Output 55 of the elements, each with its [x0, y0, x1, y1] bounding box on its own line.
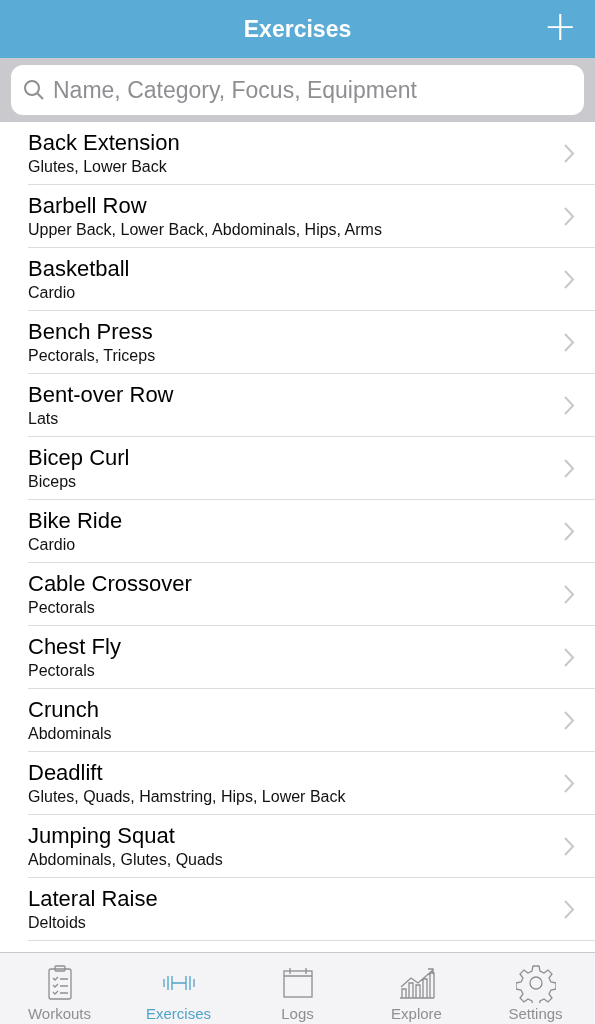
exercise-focus: Biceps [28, 473, 78, 491]
chevron-icon [564, 899, 575, 919]
chevron-icon [564, 143, 575, 163]
chevron-icon [564, 458, 575, 478]
exercise-focus: Pectorals [28, 662, 96, 680]
exercise-row[interactable]: Crunch Abdominals [28, 689, 595, 752]
exercise-name: Bike Ride [28, 508, 124, 534]
chevron-icon [564, 836, 575, 856]
chevron-icon [564, 395, 575, 415]
exercise-focus: Abdominals [28, 725, 113, 743]
exercise-name: Crunch [28, 697, 100, 723]
exercise-focus: Upper Back, Lower Back, Abdominals, Hips, Arms [28, 221, 383, 239]
exercise-focus: Glutes, Quads, Hamstring, Hips, Lower Back [28, 788, 347, 806]
chevron-icon [564, 269, 575, 289]
exercise-row[interactable]: Bicep Curl Biceps [28, 437, 595, 500]
exercise-row[interactable]: Bent-over Row Lats [28, 374, 595, 437]
exercise-focus: Cardio [28, 284, 77, 302]
chevron-icon [564, 206, 575, 226]
chevron-icon [564, 584, 575, 604]
chevron-icon [564, 647, 575, 667]
chevron-icon [564, 521, 575, 541]
exercise-row[interactable]: Back Extension Glutes, Lower Back [28, 122, 595, 185]
chevron-icon [564, 710, 575, 730]
exercise-name: Bent-over Row [28, 382, 175, 408]
exercise-name: Cable Crossover [28, 571, 193, 597]
exercise-row[interactable]: Basketball Cardio [28, 248, 595, 311]
exercise-row[interactable]: Jumping Squat Abdominals, Glutes, Quads [28, 815, 595, 878]
chevron-icon [564, 332, 575, 352]
exercise-focus: Cardio [28, 536, 77, 554]
exercise-focus: Lats [28, 410, 60, 428]
exercise-name: Chest Fly [28, 634, 122, 660]
exercise-row[interactable]: Lateral Raise Deltoids [28, 878, 595, 941]
exercise-focus: Deltoids [28, 914, 87, 932]
exercise-name: Lateral Raise [28, 886, 159, 912]
chevron-icon [564, 773, 575, 793]
exercise-row[interactable]: Chest Fly Pectorals [28, 626, 595, 689]
exercise-row[interactable]: Bench Press Pectorals, Triceps [28, 311, 595, 374]
search-field[interactable]: Name, Category, Focus, Equipment [11, 65, 584, 115]
exercise-row[interactable]: Bike Ride Cardio [28, 500, 595, 563]
exercise-name: Deadlift [28, 760, 104, 786]
exercise-row[interactable]: Deadlift Glutes, Quads, Hamstring, Hips, Lower Back [28, 752, 595, 815]
gear-icon [515, 963, 556, 1003]
exercise-name: Barbell Row [28, 193, 148, 219]
exercise-name: Back Extension [28, 130, 181, 156]
exercise-name: Bicep Curl [28, 445, 131, 471]
exercise-focus: Glutes, Lower Back [28, 158, 168, 176]
exercise-row[interactable]: Barbell Row Upper Back, Lower Back, Abdominals, Hips, Arms [28, 185, 595, 248]
exercise-name: Bench Press [28, 319, 154, 345]
exercise-row[interactable]: Cable Crossover Pectorals [28, 563, 595, 626]
exercise-name: Jumping Squat [28, 823, 176, 849]
exercise-focus: Pectorals, Triceps [28, 347, 157, 365]
exercise-focus: Abdominals, Glutes, Quads [28, 851, 224, 869]
exercise-name: Basketball [28, 256, 131, 282]
screen-title: Exercises [243, 15, 352, 43]
exercise-focus: Pectorals [28, 599, 96, 617]
